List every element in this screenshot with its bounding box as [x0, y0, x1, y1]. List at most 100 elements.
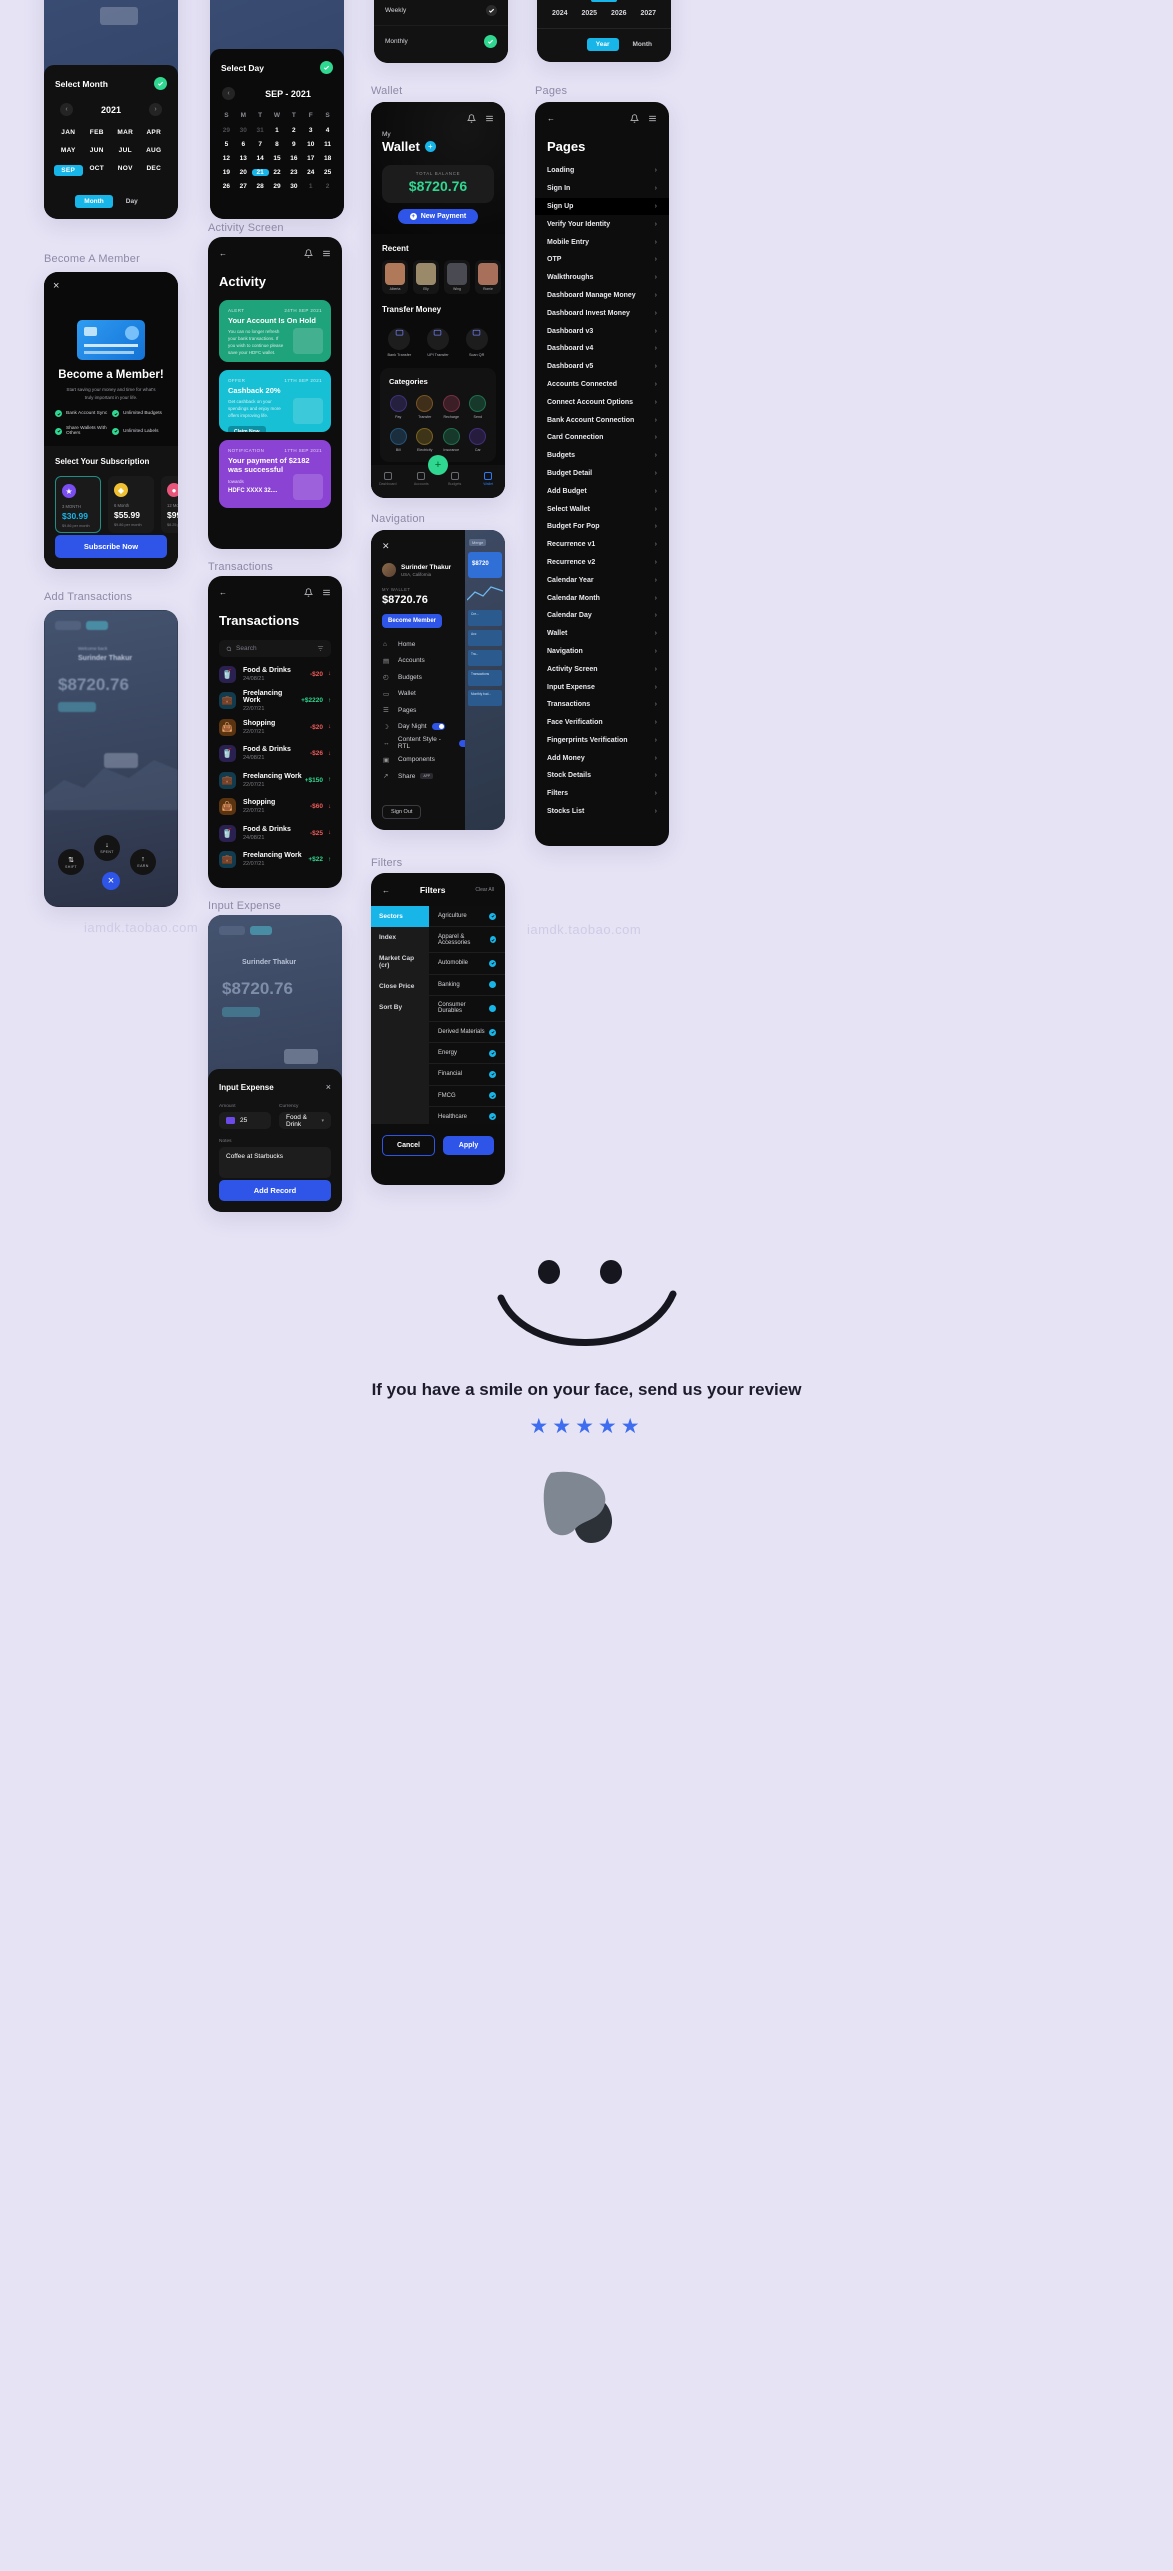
page-item-stocks-list[interactable]: Stocks List ›	[535, 803, 669, 821]
back-icon[interactable]: ←	[219, 249, 227, 258]
filter-option-checkbox[interactable]	[489, 1113, 496, 1121]
day-cell[interactable]: 16	[285, 155, 302, 162]
category-item[interactable]: Pay	[385, 395, 412, 419]
page-item-budgets[interactable]: Budgets ›	[535, 447, 669, 465]
currency-select[interactable]: Food & Drink ▾	[279, 1112, 331, 1129]
menu-icon[interactable]	[322, 588, 331, 597]
close-add-transaction-button[interactable]: ×	[102, 872, 120, 890]
page-item-dashboard-manage-money[interactable]: Dashboard Manage Money ›	[535, 287, 669, 305]
activity-card-2[interactable]: NOTIFICATION 17TH SEP 2021 Your payment of…	[219, 440, 331, 508]
tab-wallet[interactable]: Wallet	[474, 472, 502, 486]
day-cell[interactable]: 9	[285, 141, 302, 148]
day-cell[interactable]: 18	[319, 155, 336, 162]
page-item-sign-up[interactable]: Sign Up ›	[535, 197, 669, 216]
recent-contact[interactable]: Alberta	[382, 260, 408, 294]
filter-option[interactable]: Agriculture	[429, 906, 505, 928]
add-transaction-fab[interactable]: +	[428, 455, 448, 475]
category-item[interactable]: Insurance	[438, 428, 465, 452]
page-item-filters[interactable]: Filters ›	[535, 785, 669, 803]
page-item-wallet[interactable]: Wallet ›	[535, 625, 669, 643]
day-cell[interactable]: 24	[302, 169, 319, 176]
toggle-month-button[interactable]: Month	[75, 195, 113, 208]
filter-category-index[interactable]: Index	[371, 927, 429, 948]
page-item-add-budget[interactable]: Add Budget ›	[535, 482, 669, 500]
filter-option[interactable]: Consumer Durables	[429, 996, 505, 1022]
recent-contact[interactable]: Elly	[413, 260, 439, 294]
page-item-budget-for-pop[interactable]: Budget For Pop ›	[535, 518, 669, 536]
nav-toggle[interactable]	[431, 723, 445, 731]
recurrence-option-monthly[interactable]: Monthly	[374, 25, 508, 57]
page-item-activity-screen[interactable]: Activity Screen ›	[535, 660, 669, 678]
category-item[interactable]: Transfer	[412, 395, 439, 419]
page-item-dashboard-v5[interactable]: Dashboard v5 ›	[535, 358, 669, 376]
filter-category-sort-by[interactable]: Sort By	[371, 997, 429, 1018]
bell-icon[interactable]	[467, 114, 476, 123]
close-icon[interactable]: ✕	[371, 530, 472, 552]
rating-stars[interactable]: ★★★★★	[0, 1414, 1173, 1439]
nav-item-budgets[interactable]: ◴ Budgets	[371, 669, 472, 686]
close-icon[interactable]: ×	[326, 1082, 331, 1092]
recent-contact[interactable]: Wing	[444, 260, 470, 294]
add-record-button[interactable]: Add Record	[219, 1180, 331, 1201]
page-item-recurrence-v2[interactable]: Recurrence v2 ›	[535, 554, 669, 572]
category-item[interactable]: Electricity	[412, 428, 439, 452]
day-cell[interactable]: 6	[235, 141, 252, 148]
day-cell[interactable]: 25	[319, 169, 336, 176]
page-item-otp[interactable]: OTP ›	[535, 251, 669, 269]
tab-accounts[interactable]: Accounts	[407, 472, 435, 486]
plan-card-1[interactable]: ◆ 6 Month $55.99 $9.86 per month	[108, 476, 154, 533]
day-cell[interactable]: 4	[319, 127, 336, 134]
day-cell[interactable]: 22	[269, 169, 286, 176]
bell-icon[interactable]	[304, 249, 313, 258]
page-item-transactions[interactable]: Transactions ›	[535, 696, 669, 714]
month-cell-aug[interactable]: AUG	[140, 147, 169, 154]
page-item-connect-account-options[interactable]: Connect Account Options ›	[535, 393, 669, 411]
table-row[interactable]: 👜 Shopping 22/07/21 -$20 ↓	[208, 714, 342, 741]
plan-card-0[interactable]: ★ 3 MONTH $30.99 $9.86 per month	[55, 476, 101, 533]
nav-item-accounts[interactable]: ▤ Accounts	[371, 653, 472, 670]
day-cell[interactable]: 29	[218, 127, 235, 134]
become-member-button[interactable]: Become Member	[382, 614, 442, 628]
day-cell[interactable]: 2	[319, 183, 336, 190]
page-item-add-money[interactable]: Add Money ›	[535, 749, 669, 767]
page-item-input-expense[interactable]: Input Expense ›	[535, 678, 669, 696]
confirm-month-button[interactable]	[154, 77, 167, 90]
bell-icon[interactable]	[630, 114, 639, 123]
plan-card-2[interactable]: ● 12 Month $99 $8.25 per month	[161, 476, 178, 533]
page-item-dashboard-invest-money[interactable]: Dashboard Invest Money ›	[535, 304, 669, 322]
page-item-loading[interactable]: Loading ›	[535, 162, 669, 180]
menu-icon[interactable]	[322, 249, 331, 258]
page-item-calendar-month[interactable]: Calendar Month ›	[535, 589, 669, 607]
nav-item-content-style-rtl[interactable]: ↔ Content Style - RTL	[371, 735, 472, 752]
page-item-recurrence-v1[interactable]: Recurrence v1 ›	[535, 536, 669, 554]
nav-item-share[interactable]: ↗ Share APP	[371, 768, 472, 785]
back-icon[interactable]: ←	[219, 588, 227, 597]
filter-icon[interactable]	[317, 645, 324, 652]
month-cell-jul[interactable]: JUL	[111, 147, 140, 154]
page-item-face-verification[interactable]: Face Verification ›	[535, 714, 669, 732]
day-cell[interactable]: 31	[252, 127, 269, 134]
filter-option[interactable]: Automobile	[429, 953, 505, 975]
day-cell[interactable]: 29	[269, 183, 286, 190]
tab-budgets[interactable]: Budgets	[441, 472, 469, 486]
activity-card-1[interactable]: OFFER 17TH SEP 2021 Cashback 20% Get cashba…	[219, 370, 331, 432]
filter-option-checkbox[interactable]	[489, 912, 496, 920]
day-cell[interactable]: 1	[269, 127, 286, 134]
day-cell[interactable]: 20	[235, 169, 252, 176]
day-cell[interactable]: 1	[302, 183, 319, 190]
page-item-card-connection[interactable]: Card Connection ›	[535, 429, 669, 447]
year-cell-2026[interactable]: 2026	[611, 10, 627, 17]
day-cell[interactable]: 2	[285, 127, 302, 134]
search-bar[interactable]: Search	[219, 640, 331, 657]
month-cell-sep[interactable]: SEP	[54, 165, 83, 176]
table-row[interactable]: 🥤 Food & Drinks 24/08/21 -$26 ↓	[208, 741, 342, 768]
table-row[interactable]: 💼 Freelancing Work 22/07/21 +$22 ↑	[208, 847, 342, 874]
subscribe-button[interactable]: Subscribe Now	[55, 535, 167, 558]
day-cell[interactable]: 13	[235, 155, 252, 162]
nav-item-pages[interactable]: ☰ Pages	[371, 702, 472, 719]
day-cell[interactable]: 30	[285, 183, 302, 190]
day-cell[interactable]: 23	[285, 169, 302, 176]
recent-contact[interactable]: Romie	[475, 260, 501, 294]
add-wallet-button[interactable]: +	[424, 141, 436, 152]
table-row[interactable]: 💼 Freelancing Work 22/07/21 +$2220 ↑	[208, 688, 342, 715]
